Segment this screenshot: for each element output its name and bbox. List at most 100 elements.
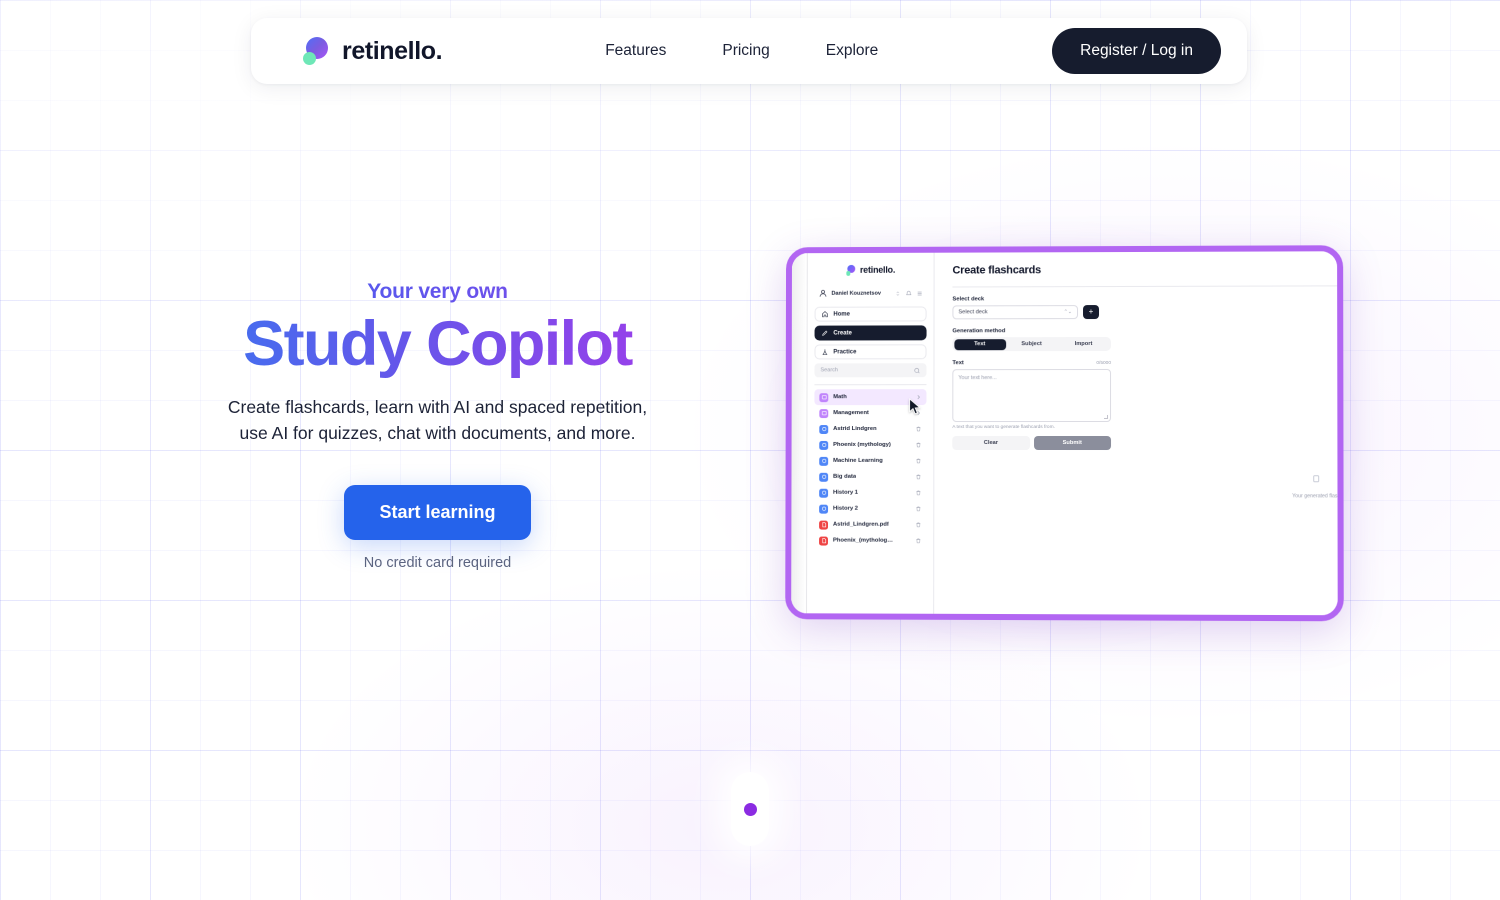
app-main-panel: Create flashcards Select deck Select dec… — [934, 251, 1344, 615]
deck-list-item-label: Astrid_Lindgren.pdf — [832, 521, 889, 528]
deck-list-item[interactable]: Phoenix (mythology) — [814, 437, 926, 453]
select-deck-label: Select deck — [952, 296, 985, 303]
retinello-logo-icon-small — [846, 264, 856, 276]
search-icon — [914, 367, 921, 374]
cards-icon — [819, 424, 829, 434]
register-login-button[interactable]: Register / Log in — [1052, 28, 1221, 74]
sidebar-item-home[interactable]: Home — [814, 306, 927, 322]
top-navbar: retinello. Features Pricing Explore Regi… — [251, 18, 1247, 84]
sidebar-item-home-label: Home — [833, 311, 850, 318]
deck-list-item[interactable]: Astrid Lindgren — [814, 421, 926, 437]
user-row-actions[interactable] — [895, 290, 923, 296]
deck-list-item-label: Management — [833, 410, 869, 417]
deck-select-dropdown[interactable]: Select deck ⌃⌄ — [952, 305, 1079, 320]
deck-list-item-label: History 1 — [833, 489, 859, 496]
deck-row-trash-icon[interactable] — [915, 490, 921, 496]
deck-list-item-label: Phoenix_(mytholog… — [832, 537, 894, 544]
deck-list-item[interactable]: History 1 — [814, 485, 926, 501]
text-help: A text that you want to generate flashca… — [952, 425, 1055, 431]
tab-text[interactable]: Text — [953, 338, 1006, 350]
deck-row-trash-icon[interactable] — [915, 474, 921, 480]
submit-button[interactable]: Submit — [1033, 435, 1112, 451]
deck-row-trash-icon[interactable] — [915, 426, 921, 432]
sidebar-item-practice-label: Practice — [833, 348, 857, 355]
retinello-logo-icon — [303, 37, 331, 65]
app-sidebar: retinello. Daniel Kouznetsov Home Create… — [807, 252, 935, 614]
app-brand-logo: retinello. — [815, 264, 927, 276]
deck-row-trash-icon[interactable] — [915, 538, 921, 544]
user-profile-row[interactable]: Daniel Kouznetsov — [815, 285, 927, 302]
deck-list-item[interactable]: Astrid_Lindgren.pdf — [814, 517, 926, 533]
cards-icon — [819, 440, 829, 450]
tab-subject[interactable]: Subject — [1006, 339, 1058, 350]
start-learning-button[interactable]: Start learning — [344, 484, 531, 540]
deck-row-trash-icon[interactable] — [915, 458, 921, 464]
deck-row-trash-icon[interactable] — [915, 522, 921, 528]
generated-flashcards-text: Your generated flash — [1292, 493, 1341, 500]
hero-eyebrow: Your very own — [175, 280, 700, 304]
bell-icon[interactable] — [906, 290, 912, 296]
chevron-updown-icon: ⌃⌄ — [1063, 309, 1073, 316]
deck-list-item[interactable]: Machine Learning — [814, 453, 926, 469]
pdf-icon — [819, 536, 828, 546]
form-actions: Clear Submit — [952, 435, 1112, 451]
deck-list-item-label: Big data — [833, 473, 857, 480]
deck-list-item-label: Machine Learning — [833, 457, 883, 464]
mouse-cursor-icon — [909, 398, 923, 415]
tab-import[interactable]: Import — [1058, 338, 1110, 349]
avatar-icon — [819, 289, 828, 298]
page-title: Study Copilot — [175, 309, 700, 381]
deck-list-item[interactable]: History 2 — [814, 501, 926, 517]
deck-select-value: Select deck — [958, 309, 988, 316]
mockup-left-edge — [791, 253, 808, 614]
nav-link-features[interactable]: Features — [577, 34, 694, 68]
main-divider — [952, 285, 1338, 288]
text-textarea[interactable]: Your text here... — [952, 368, 1112, 423]
folder-icon — [819, 408, 829, 418]
nav-link-pricing[interactable]: Pricing — [694, 34, 797, 68]
deck-list-item-label: History 2 — [832, 505, 859, 512]
clear-button[interactable]: Clear — [952, 435, 1030, 450]
deck-list-item-label: Math — [833, 394, 847, 401]
char-counter: 0/5000 — [1096, 360, 1112, 366]
deck-list-item-label: Astrid Lindgren — [833, 426, 877, 433]
hero-subhead: Create flashcards, learn with AI and spa… — [227, 396, 648, 443]
textarea-placeholder: Your text here... — [958, 375, 997, 382]
deck-row-trash-icon[interactable] — [915, 506, 921, 512]
menu-icon[interactable] — [917, 290, 923, 296]
generation-method-label: Generation method — [952, 328, 1006, 335]
nav-links: Features Pricing Explore — [577, 34, 906, 68]
scroll-indicator[interactable] — [731, 772, 769, 846]
deck-row-trash-icon[interactable] — [915, 442, 921, 448]
sidebar-item-practice[interactable]: Practice — [814, 344, 927, 360]
text-field-header: Text 0/5000 — [952, 360, 1111, 366]
text-label: Text — [952, 360, 964, 367]
deck-list-item[interactable]: Phoenix_(mytholog… — [814, 533, 926, 549]
cta-note: No credit card required — [363, 554, 512, 571]
sidebar-item-create[interactable]: Create — [814, 325, 927, 341]
app-screenshot-mockup: retinello. Daniel Kouznetsov Home Create… — [785, 245, 1344, 622]
brand-logo[interactable]: retinello. — [303, 36, 443, 66]
app-brand-name: retinello. — [859, 264, 896, 275]
search-placeholder: Search — [820, 367, 838, 374]
add-deck-button[interactable]: + — [1083, 305, 1100, 320]
pencil-icon — [821, 330, 828, 337]
hero-section: Your very own Study Copilot Create flash… — [175, 280, 700, 571]
practice-icon — [821, 348, 828, 355]
generated-flashcards-empty-state: Your generated flash — [1261, 474, 1344, 499]
brand-name: retinello. — [342, 36, 443, 65]
main-title: Create flashcards — [952, 264, 1042, 277]
resize-grip-icon[interactable] — [1104, 414, 1109, 419]
landing-page: retinello. Features Pricing Explore Regi… — [0, 0, 1500, 900]
sidebar-divider — [814, 384, 927, 386]
search-input[interactable]: Search — [814, 363, 927, 378]
select-deck-row: Select deck ⌃⌄ + — [952, 304, 1337, 320]
deck-list-item[interactable]: Big data — [814, 469, 926, 485]
chevron-updown-icon — [895, 290, 901, 296]
pdf-icon — [819, 520, 829, 530]
nav-link-explore[interactable]: Explore — [798, 34, 907, 68]
cards-icon — [819, 488, 829, 498]
user-name: Daniel Kouznetsov — [831, 290, 882, 297]
deck-list-item-label: Phoenix (mythology) — [833, 441, 891, 448]
cards-icon — [819, 456, 829, 466]
